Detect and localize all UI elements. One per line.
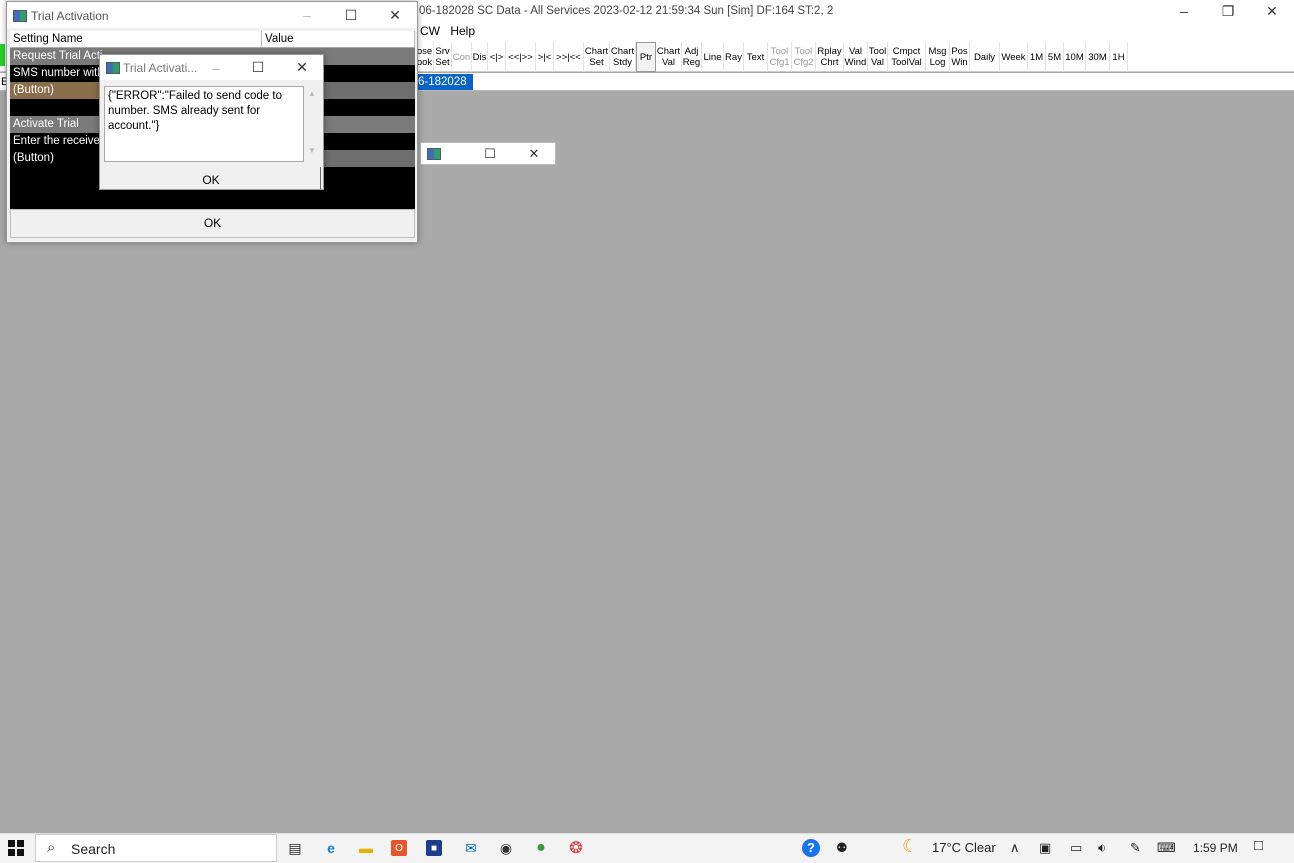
pen-icon[interactable]: ✎: [1130, 840, 1141, 856]
close-icon[interactable]: ✕: [519, 145, 549, 163]
error-dialog: Trial Activati... – ☐ ✕ {"ERROR":"Failed…: [99, 54, 324, 190]
toolbar-button-connect[interactable]: Con: [452, 42, 472, 72]
moon-weather-icon: ☾: [902, 836, 919, 856]
error-dialog-title: Trial Activati...: [123, 61, 198, 75]
search-icon: ⌕: [47, 839, 56, 856]
error-message[interactable]: {"ERROR":"Failed to send code to number.…: [104, 86, 304, 162]
toolbar-button-chart-settings[interactable]: Chart Set: [584, 42, 610, 72]
clock[interactable]: 1:59 PM: [1193, 841, 1238, 855]
toolbar-button-srv-set[interactable]: Srv Set: [434, 42, 452, 72]
menu: CW Help: [420, 24, 482, 38]
display-icon[interactable]: ▣: [1039, 840, 1051, 856]
maximize-icon[interactable]: ☐: [475, 145, 505, 163]
task-view-icon[interactable]: ▤: [285, 838, 305, 858]
toolbar-button-pointer-tool[interactable]: Ptr: [636, 42, 656, 72]
toolbar-button-positions-window[interactable]: Pos Win: [950, 42, 970, 72]
toolbar-button-tool-config1[interactable]: Tool Cfg1: [768, 42, 792, 72]
restore-icon[interactable]: ❐: [1206, 0, 1250, 22]
keyboard-icon[interactable]: ⌨: [1157, 840, 1176, 856]
close-icon[interactable]: ✕: [282, 55, 322, 80]
toolbar-button-tool-config2[interactable]: Tool Cfg2: [792, 42, 816, 72]
toolbar-button-chart-studies[interactable]: Chart Stdy: [610, 42, 636, 72]
weather-text[interactable]: 17°C Clear: [932, 840, 996, 855]
toolbar-button-line-tool[interactable]: Line: [702, 42, 724, 72]
toolbar-button-replay-jump[interactable]: >|<: [536, 42, 554, 72]
edge-browser-icon[interactable]: e: [321, 838, 341, 858]
toolbar-button-tool-values[interactable]: Tool Val: [868, 42, 888, 72]
toolbar-button-disconnect[interactable]: Dis: [472, 42, 488, 72]
ok-button[interactable]: OK: [101, 171, 321, 189]
grid-header: Setting Name Value: [10, 31, 415, 48]
menu-item-cw[interactable]: CW: [420, 24, 440, 38]
people-icon[interactable]: ⚉: [836, 840, 848, 856]
mini-window[interactable]: ☐ ✕: [420, 142, 556, 165]
toolbar-button-1h[interactable]: 1H: [1110, 42, 1128, 72]
toolbar-button-10m[interactable]: 10M: [1064, 42, 1086, 72]
toolbar-button-replay-jump-fast[interactable]: >>|<<: [554, 42, 584, 72]
toolbar-button-1m[interactable]: 1M: [1028, 42, 1046, 72]
close-icon[interactable]: ✕: [1250, 0, 1294, 22]
toolbar-button-replay-step[interactable]: <|>: [488, 42, 506, 72]
toolbar-button-replay-fast[interactable]: <<|>>: [506, 42, 536, 72]
scroll-down-icon[interactable]: ▼: [304, 98, 320, 155]
toolbar-button-ray-tool[interactable]: Ray: [724, 42, 744, 72]
app-icon: [106, 62, 120, 74]
toolbar-button-close-book[interactable]: ose ook: [416, 42, 434, 72]
mail-icon[interactable]: ✉: [461, 838, 481, 858]
maximize-icon[interactable]: ☐: [238, 55, 278, 80]
battery-icon[interactable]: ▭: [1070, 840, 1082, 856]
camera-icon[interactable]: ◉: [496, 838, 516, 858]
menu-item-help[interactable]: Help: [450, 24, 475, 38]
chevron-up-icon[interactable]: ∧: [1010, 840, 1020, 856]
minimize-icon[interactable]: –: [196, 55, 236, 80]
divider: [320, 167, 321, 189]
toolbar-button-message-log[interactable]: Msg Log: [926, 42, 950, 72]
app-title: 06-182028 SC Data - All Services 2023-02…: [419, 5, 834, 17]
maximize-icon[interactable]: ☐: [329, 2, 373, 28]
chart-tab[interactable]: 6-182028: [412, 74, 473, 90]
scrollbar[interactable]: ▲ ▼: [304, 86, 320, 162]
scroll-up-icon[interactable]: ▲: [304, 86, 320, 98]
toolbar-button-30m[interactable]: 30M: [1086, 42, 1110, 72]
minimize-icon[interactable]: –: [285, 2, 329, 28]
notification-icon[interactable]: □: [1254, 837, 1263, 854]
toolbar-button-compact-tool-values[interactable]: Cmpct ToolVal: [888, 42, 926, 72]
toolbar-button-text-tool[interactable]: Text: [744, 42, 768, 72]
windows-start-icon[interactable]: [8, 840, 24, 856]
volume-icon[interactable]: 🔉︎: [1098, 840, 1106, 856]
sierra-chart-icon[interactable]: ❂: [566, 838, 586, 858]
office-icon[interactable]: O: [391, 840, 407, 856]
toolbar-button-replay-chart[interactable]: Rplay Chrt: [816, 42, 844, 72]
toolbar-button-chart-values[interactable]: Chart Val: [656, 42, 682, 72]
store-icon[interactable]: ■: [426, 840, 442, 856]
file-explorer-icon[interactable]: ▬: [356, 838, 376, 858]
toolbar-button-daily[interactable]: Daily: [970, 42, 1000, 72]
column-header-value: Value: [262, 31, 415, 47]
toolbar-button-week[interactable]: Week: [1000, 42, 1028, 72]
toolbar-button-5m[interactable]: 5M: [1046, 42, 1064, 72]
toolbar-button-values-window[interactable]: Val Wind: [844, 42, 868, 72]
close-icon[interactable]: ✕: [373, 2, 417, 28]
help-icon[interactable]: ?: [802, 839, 820, 857]
globe-app-icon[interactable]: ●: [531, 838, 551, 858]
connection-indicator: [0, 44, 5, 66]
app-icon: [427, 148, 441, 160]
column-header-setting-name: Setting Name: [10, 31, 262, 47]
search-input[interactable]: Search: [71, 841, 115, 857]
ok-button[interactable]: OK: [10, 209, 415, 238]
trial-window-title: Trial Activation: [31, 9, 109, 23]
toolbar-buttons: ose ook Srv Set Con Dis <|> <<|>> >|< >>|<< Char…: [416, 42, 1128, 72]
app-icon: [13, 10, 27, 22]
toolbar-button-adjust-region[interactable]: Adj Reg: [682, 42, 702, 72]
minimize-icon[interactable]: –: [1162, 0, 1206, 22]
